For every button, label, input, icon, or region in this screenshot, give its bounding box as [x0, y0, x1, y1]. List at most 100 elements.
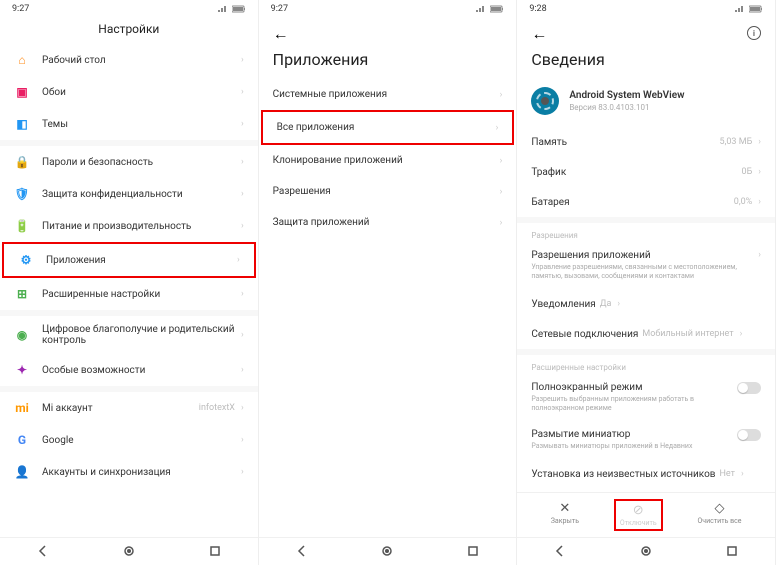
advanced-item[interactable]: Размытие миниатюр Размывать миниатюры при… — [517, 421, 775, 459]
ic-sync-icon: 👤 — [14, 464, 30, 480]
ic-wellbeing-icon: ◉ — [14, 327, 30, 343]
settings-item[interactable]: ⚙Приложения› — [2, 242, 256, 278]
settings-item[interactable]: ◧Темы› — [0, 108, 258, 140]
nav-bar — [259, 537, 517, 565]
nav-bar — [517, 537, 775, 565]
permission-item[interactable]: УведомленияДа› — [517, 289, 775, 319]
toggle-switch[interactable] — [737, 382, 761, 394]
status-indicators — [476, 4, 504, 14]
settings-item[interactable]: 👤Аккаунты и синхронизация› — [0, 456, 258, 488]
chevron-right-icon: › — [500, 187, 503, 197]
settings-list: ⌂Рабочий стол›▣Обои›◧Темы› 🔒 Пароли и безо… — [0, 44, 258, 565]
header: ← i — [517, 18, 775, 48]
chevron-right-icon: › — [741, 469, 744, 479]
apps-panel: 9:27 ← Приложения Системные приложения›В… — [259, 0, 518, 565]
info-button[interactable]: i — [747, 26, 761, 40]
item-label: Пароли и безопасность — [42, 157, 235, 168]
settings-panel: 9:27 Настройки ⌂Рабочий стол›▣Обои›◧Темы… — [0, 0, 259, 565]
chevron-right-icon: › — [500, 218, 503, 228]
nav-back[interactable] — [296, 542, 308, 561]
ic-google-icon: G — [14, 432, 30, 448]
item-label: Клонирование приложений — [273, 155, 494, 166]
settings-item[interactable]: ◉Цифровое благополучие и родительский ко… — [0, 316, 258, 354]
status-bar: 9:27 — [0, 0, 258, 18]
ic-battery-icon: 🔋 — [14, 218, 30, 234]
item-label: Mi аккаунт — [42, 403, 195, 414]
settings-item[interactable]: 🔋Питание и производительность› — [0, 210, 258, 242]
nav-home[interactable] — [123, 542, 135, 561]
permission-item[interactable]: Разрешения приложенийУправление разрешен… — [517, 242, 775, 289]
back-button[interactable]: ← — [273, 24, 289, 44]
chevron-right-icon: › — [241, 221, 244, 231]
chevron-right-icon: › — [241, 87, 244, 97]
permission-item[interactable]: Сетевые подключенияМобильный интернет› — [517, 319, 775, 349]
page-title: Сведения — [517, 48, 775, 79]
action-button[interactable]: ✕Закрыть — [547, 499, 583, 531]
item-value: 5,03 МБ — [720, 137, 753, 147]
action-icon: ◇ — [715, 501, 725, 516]
stat-item[interactable]: Батарея0,0%› — [517, 187, 775, 217]
settings-item[interactable]: ✦Особые возможности› — [0, 354, 258, 386]
toggle-switch[interactable] — [737, 429, 761, 441]
item-label: Разрешения приложений — [531, 250, 752, 261]
ic-lock-icon: 🔒 — [14, 154, 30, 170]
nav-recent[interactable] — [209, 542, 221, 561]
chevron-right-icon: › — [241, 330, 244, 340]
chevron-right-icon: › — [241, 289, 244, 299]
status-bar: 9:28 — [517, 0, 775, 18]
advanced-item[interactable]: Установка из неизвестных источниковНет› — [517, 459, 775, 489]
settings-item[interactable]: 🛡Защита конфиденциальности› — [0, 178, 258, 210]
action-button[interactable]: ⊘Отключить — [614, 499, 663, 531]
item-label: Аккаунты и синхронизация — [42, 467, 235, 478]
settings-item[interactable]: ⊞Расширенные настройки› — [0, 278, 258, 310]
item-label: Все приложения — [277, 122, 490, 133]
nav-back[interactable] — [554, 542, 566, 561]
action-label: Закрыть — [551, 517, 579, 525]
item-value: 0Б — [742, 167, 753, 177]
item-value: Да — [600, 299, 612, 309]
item-value: 0,0% — [734, 197, 752, 207]
chevron-right-icon: › — [496, 123, 499, 133]
nav-home[interactable] — [640, 542, 652, 561]
advanced-item[interactable]: Полноэкранный режимРазрешить выбранным п… — [517, 374, 775, 421]
item-label: Особые возможности — [42, 365, 235, 376]
app-icon — [531, 87, 559, 115]
item-label: Сетевые подключения — [531, 329, 638, 340]
nav-home[interactable] — [381, 542, 393, 561]
battery-icon — [232, 4, 246, 14]
settings-item[interactable]: GGoogle› — [0, 424, 258, 456]
settings-item[interactable]: miMi аккаунтinfotextX› — [0, 392, 258, 424]
app-version: Версия 83.0.4103.101 — [569, 103, 684, 112]
action-label: Отключить — [620, 519, 657, 527]
ic-home-icon: ⌂ — [14, 52, 30, 68]
page-title: Приложения — [259, 48, 517, 79]
ic-apps-icon: ⚙ — [18, 252, 34, 268]
item-label: Защита конфиденциальности — [42, 189, 235, 200]
apps-item[interactable]: Системные приложения› — [259, 79, 517, 110]
stat-item[interactable]: Трафик0Б› — [517, 157, 775, 187]
apps-item[interactable]: Все приложения › — [261, 110, 515, 145]
apps-item[interactable]: Клонирование приложений› — [259, 145, 517, 176]
item-label: Размытие миниатюр — [531, 429, 737, 440]
app-details-panel: 9:28 ← i Сведения Android System WebView… — [517, 0, 776, 565]
apps-item[interactable]: Защита приложений› — [259, 207, 517, 238]
stat-item[interactable]: Память5,03 МБ› — [517, 127, 775, 157]
apps-item[interactable]: Разрешения› — [259, 176, 517, 207]
page-title: Настройки — [0, 18, 258, 44]
ic-access-icon: ✦ — [14, 362, 30, 378]
item-label: Батарея — [531, 197, 729, 208]
signal-icon — [476, 4, 486, 14]
action-icon: ✕ — [559, 501, 570, 516]
app-name: Android System WebView — [569, 90, 684, 101]
nav-recent[interactable] — [467, 542, 479, 561]
battery-icon — [749, 4, 763, 14]
nav-recent[interactable] — [726, 542, 738, 561]
chevron-right-icon: › — [241, 157, 244, 167]
action-button[interactable]: ◇Очистить все — [693, 499, 745, 531]
settings-item[interactable]: 🔒 Пароли и безопасность › — [0, 146, 258, 178]
back-button[interactable]: ← — [531, 24, 547, 44]
nav-back[interactable] — [37, 542, 49, 561]
settings-item[interactable]: ⌂Рабочий стол› — [0, 44, 258, 76]
item-sublabel: Размывать миниатюры приложений в Недавни… — [531, 442, 737, 451]
settings-item[interactable]: ▣Обои› — [0, 76, 258, 108]
